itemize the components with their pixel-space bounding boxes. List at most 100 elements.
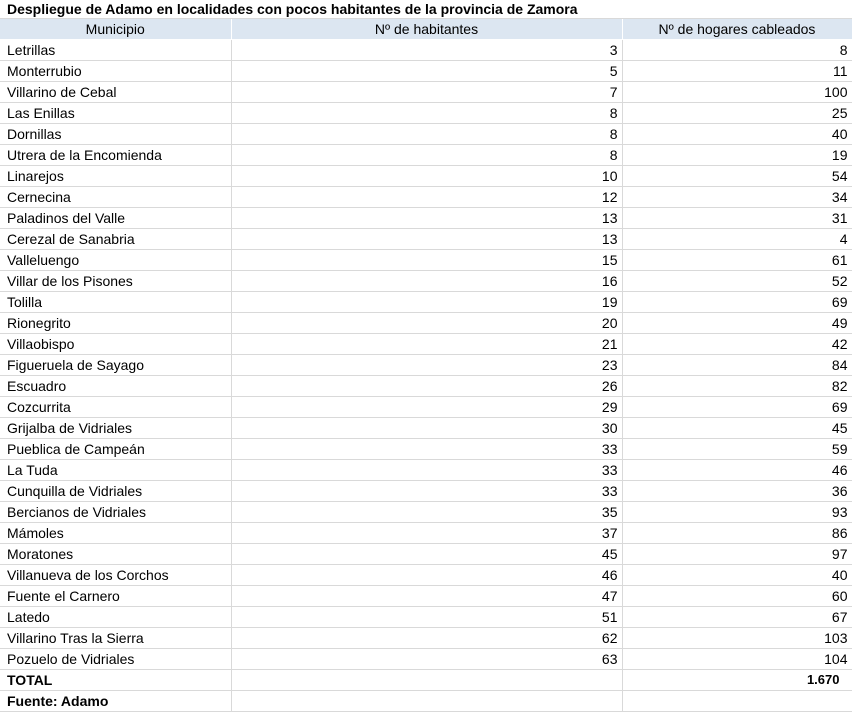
hogares-cell[interactable]: 69 (622, 396, 852, 418)
header-hogares[interactable]: Nº de hogares cableados (622, 19, 852, 40)
municipio-cell[interactable]: Fuente el Carnero (0, 585, 232, 607)
municipio-cell[interactable]: Cerezal de Sanabria (0, 228, 232, 250)
habitantes-cell[interactable]: 13 (231, 207, 623, 229)
municipio-cell[interactable]: Tolilla (0, 291, 232, 313)
habitantes-cell[interactable]: 29 (231, 396, 623, 418)
hogares-cell[interactable]: 60 (622, 585, 852, 607)
hogares-cell[interactable]: 103 (622, 627, 852, 649)
municipio-cell[interactable]: Moratones (0, 543, 232, 565)
municipio-cell[interactable]: Villanueva de los Corchos (0, 564, 232, 586)
hogares-cell[interactable]: 36 (622, 480, 852, 502)
municipio-cell[interactable]: Las Enillas (0, 102, 232, 124)
total-habitantes-cell[interactable] (231, 669, 623, 691)
hogares-cell[interactable]: 100 (622, 81, 852, 103)
habitantes-cell[interactable]: 62 (231, 627, 623, 649)
sheet-title[interactable]: Despliegue de Adamo en localidades con p… (0, 0, 852, 19)
municipio-cell[interactable]: Cernecina (0, 186, 232, 208)
municipio-cell[interactable]: Valleluengo (0, 249, 232, 271)
hogares-cell[interactable]: 54 (622, 165, 852, 187)
header-habitantes[interactable]: Nº de habitantes (231, 19, 623, 40)
habitantes-cell[interactable]: 12 (231, 186, 623, 208)
municipio-cell[interactable]: Linarejos (0, 165, 232, 187)
hogares-cell[interactable]: 104 (622, 648, 852, 670)
municipio-cell[interactable]: Mámoles (0, 522, 232, 544)
municipio-cell[interactable]: Figueruela de Sayago (0, 354, 232, 376)
municipio-cell[interactable]: Villaobispo (0, 333, 232, 355)
municipio-cell[interactable]: Grijalba de Vidriales (0, 417, 232, 439)
header-municipio[interactable]: Municipio (0, 19, 232, 40)
municipio-cell[interactable]: Latedo (0, 606, 232, 628)
municipio-cell[interactable]: Monterrubio (0, 60, 232, 82)
hogares-cell[interactable]: 49 (622, 312, 852, 334)
habitantes-cell[interactable]: 7 (231, 81, 623, 103)
source-label[interactable]: Fuente: Adamo (0, 690, 232, 712)
municipio-cell[interactable]: Pueblica de Campeán (0, 438, 232, 460)
municipio-cell[interactable]: Dornillas (0, 123, 232, 145)
habitantes-cell[interactable]: 37 (231, 522, 623, 544)
municipio-cell[interactable]: La Tuda (0, 459, 232, 481)
municipio-cell[interactable]: Cunquilla de Vidriales (0, 480, 232, 502)
municipio-cell[interactable]: Pozuelo de Vidriales (0, 648, 232, 670)
habitantes-cell[interactable]: 30 (231, 417, 623, 439)
municipio-cell[interactable]: Cozcurrita (0, 396, 232, 418)
hogares-cell[interactable]: 8 (622, 39, 852, 61)
hogares-cell[interactable]: 4 (622, 228, 852, 250)
municipio-cell[interactable]: Villarino de Cebal (0, 81, 232, 103)
source-empty-cell[interactable] (231, 690, 623, 712)
hogares-cell[interactable]: 86 (622, 522, 852, 544)
habitantes-cell[interactable]: 46 (231, 564, 623, 586)
habitantes-cell[interactable]: 10 (231, 165, 623, 187)
total-hogares[interactable]: 1.670 (622, 669, 852, 691)
habitantes-cell[interactable]: 15 (231, 249, 623, 271)
habitantes-cell[interactable]: 3 (231, 39, 623, 61)
habitantes-cell[interactable]: 8 (231, 102, 623, 124)
habitantes-cell[interactable]: 8 (231, 144, 623, 166)
municipio-cell[interactable]: Bercianos de Vidriales (0, 501, 232, 523)
habitantes-cell[interactable]: 26 (231, 375, 623, 397)
municipio-cell[interactable]: Villar de los Pisones (0, 270, 232, 292)
habitantes-cell[interactable]: 63 (231, 648, 623, 670)
hogares-cell[interactable]: 82 (622, 375, 852, 397)
source-empty-cell[interactable] (622, 690, 852, 712)
habitantes-cell[interactable]: 35 (231, 501, 623, 523)
municipio-cell[interactable]: Villarino Tras la Sierra (0, 627, 232, 649)
hogares-cell[interactable]: 25 (622, 102, 852, 124)
habitantes-cell[interactable]: 33 (231, 480, 623, 502)
municipio-cell[interactable]: Paladinos del Valle (0, 207, 232, 229)
habitantes-cell[interactable]: 21 (231, 333, 623, 355)
hogares-cell[interactable]: 67 (622, 606, 852, 628)
municipio-cell[interactable]: Rionegrito (0, 312, 232, 334)
hogares-cell[interactable]: 19 (622, 144, 852, 166)
hogares-cell[interactable]: 40 (622, 123, 852, 145)
habitantes-cell[interactable]: 5 (231, 60, 623, 82)
hogares-cell[interactable]: 84 (622, 354, 852, 376)
municipio-cell[interactable]: Utrera de la Encomienda (0, 144, 232, 166)
hogares-cell[interactable]: 46 (622, 459, 852, 481)
habitantes-cell[interactable]: 20 (231, 312, 623, 334)
habitantes-cell[interactable]: 45 (231, 543, 623, 565)
municipio-cell[interactable]: Letrillas (0, 39, 232, 61)
hogares-cell[interactable]: 97 (622, 543, 852, 565)
hogares-cell[interactable]: 61 (622, 249, 852, 271)
hogares-cell[interactable]: 69 (622, 291, 852, 313)
municipio-cell[interactable]: Escuadro (0, 375, 232, 397)
hogares-cell[interactable]: 42 (622, 333, 852, 355)
total-label[interactable]: TOTAL (0, 669, 232, 691)
hogares-cell[interactable]: 40 (622, 564, 852, 586)
hogares-cell[interactable]: 45 (622, 417, 852, 439)
hogares-cell[interactable]: 59 (622, 438, 852, 460)
habitantes-cell[interactable]: 33 (231, 438, 623, 460)
habitantes-cell[interactable]: 51 (231, 606, 623, 628)
hogares-cell[interactable]: 52 (622, 270, 852, 292)
habitantes-cell[interactable]: 23 (231, 354, 623, 376)
habitantes-cell[interactable]: 16 (231, 270, 623, 292)
habitantes-cell[interactable]: 13 (231, 228, 623, 250)
hogares-cell[interactable]: 11 (622, 60, 852, 82)
hogares-cell[interactable]: 34 (622, 186, 852, 208)
habitantes-cell[interactable]: 47 (231, 585, 623, 607)
habitantes-cell[interactable]: 33 (231, 459, 623, 481)
hogares-cell[interactable]: 31 (622, 207, 852, 229)
hogares-cell[interactable]: 93 (622, 501, 852, 523)
habitantes-cell[interactable]: 19 (231, 291, 623, 313)
habitantes-cell[interactable]: 8 (231, 123, 623, 145)
